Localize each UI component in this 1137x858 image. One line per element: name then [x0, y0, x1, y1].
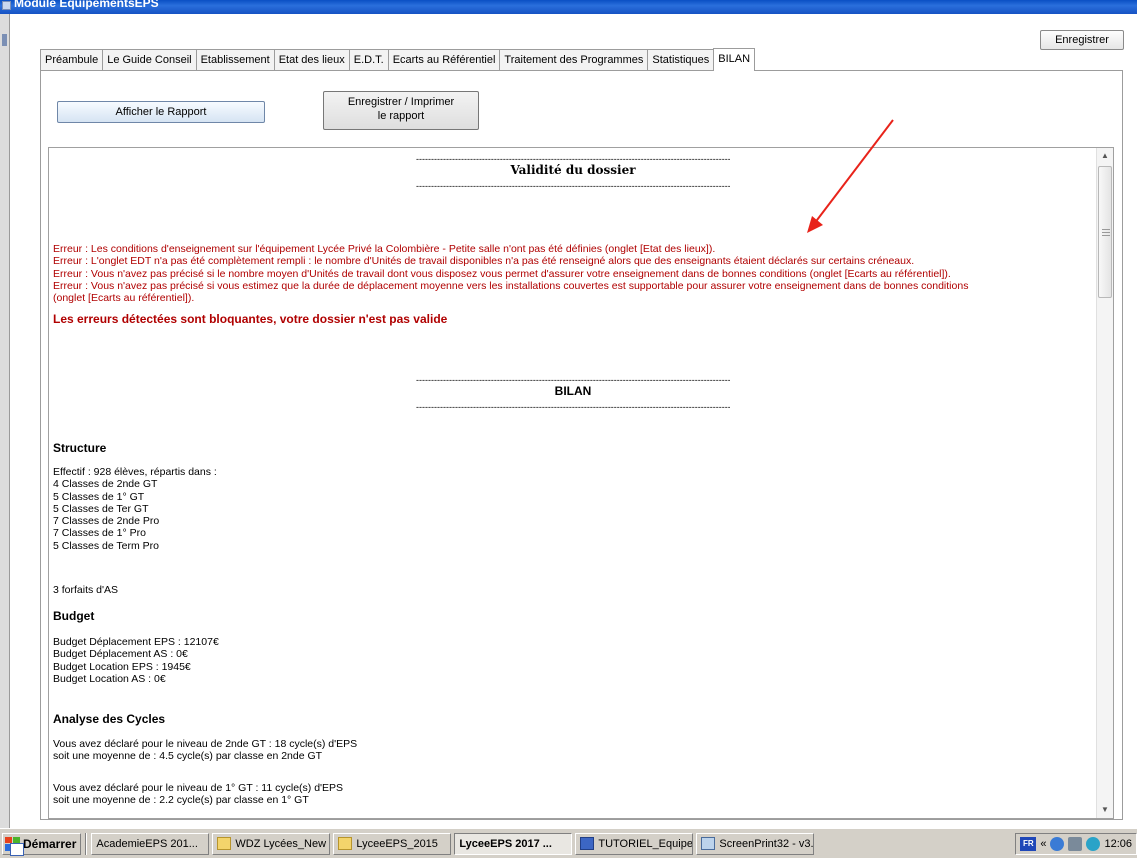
- budget-line: Budget Déplacement AS : 0€: [53, 648, 188, 661]
- tab-edt[interactable]: E.D.T.: [348, 49, 389, 70]
- separator-line: ----------------------------------------…: [416, 402, 730, 412]
- tab-etat-des-lieux[interactable]: Etat des lieux: [273, 49, 350, 70]
- left-edge-bar: [0, 14, 10, 828]
- separator-line: ----------------------------------------…: [416, 181, 730, 191]
- bilan-panel: Afficher le Rapport Enregistrer / Imprim…: [40, 70, 1123, 820]
- taskbar-separator: [85, 832, 88, 855]
- tab-etablissement[interactable]: Etablissement: [195, 49, 275, 70]
- error-list: Erreur : Les conditions d'enseignement s…: [53, 243, 1093, 304]
- scroll-thumb[interactable]: [1098, 166, 1112, 298]
- folder-icon: [338, 837, 353, 850]
- edge-handle-icon: [2, 34, 7, 46]
- bilan-title: BILAN: [554, 384, 592, 398]
- budget-title: Budget: [53, 609, 95, 623]
- tab-preambule[interactable]: Préambule: [40, 49, 104, 70]
- taskbar-item[interactable]: LyceeEPS_2015: [333, 832, 452, 855]
- tab-traitement-programmes[interactable]: Traitement des Programmes: [499, 49, 649, 70]
- show-report-button[interactable]: Afficher le Rapport: [57, 101, 265, 123]
- taskbar-item[interactable]: AcademieEPS 201...: [10, 832, 210, 856]
- tab-bar: Préambule Le Guide Conseil Etablissement…: [40, 48, 756, 71]
- error-line: Erreur : Les conditions d'enseignement s…: [53, 243, 716, 255]
- error-line: (onglet [Ecarts au référentiel]).: [53, 292, 195, 305]
- save-print-label-line1: Enregistrer / Imprimer: [347, 96, 455, 108]
- start-label: Démarrer: [23, 836, 77, 851]
- cycles-lines-2: Vous avez déclaré pour le niveau de 1° G…: [53, 782, 343, 807]
- structure-lines: Effectif : 928 élèves, répartis dans : 4…: [53, 466, 217, 552]
- word-document-icon: [580, 837, 595, 850]
- as-forfaits-line: 3 forfaits d'AS: [53, 584, 119, 596]
- scroll-down-icon[interactable]: ▼: [1097, 802, 1113, 818]
- report-content: ----------------------------------------…: [49, 148, 1098, 818]
- report-view[interactable]: ----------------------------------------…: [48, 147, 1114, 819]
- cycle-line: soit une moyenne de : 2.2 cycle(s) par c…: [53, 794, 309, 807]
- taskbar-item-label: TUTORIEL_Equipe...: [598, 837, 694, 850]
- budget-line: Budget Location EPS : 1945€: [53, 660, 191, 673]
- budget-line: Budget Déplacement EPS : 12107€: [53, 636, 219, 648]
- cycles-lines: Vous avez déclaré pour le niveau de 2nde…: [53, 738, 357, 763]
- screenprint-icon: [701, 837, 716, 850]
- taskbar-item[interactable]: WDZ Lycées_New: [212, 832, 331, 855]
- tab-bilan[interactable]: BILAN: [713, 48, 756, 71]
- structure-line: 5 Classes de Term Pro: [53, 539, 160, 552]
- budget-lines: Budget Déplacement EPS : 12107€ Budget D…: [53, 636, 219, 685]
- network-icon[interactable]: [1050, 836, 1065, 851]
- tab-statistiques[interactable]: Statistiques: [647, 49, 715, 70]
- window-title-bar: Module EquipementsEPS: [0, 0, 1137, 14]
- structure-line: Effectif : 928 élèves, répartis dans :: [53, 466, 217, 478]
- taskbar-item-label: ScreenPrint32 - v3.5: [719, 837, 815, 850]
- cycles-title: Analyse des Cycles: [53, 712, 166, 726]
- structure-line: 5 Classes de Ter GT: [53, 502, 149, 515]
- clock: 12:06: [1104, 837, 1132, 850]
- structure-line: 7 Classes de 2nde Pro: [53, 515, 160, 528]
- validity-title: Validité du dossier: [510, 163, 636, 177]
- cycle-line: soit une moyenne de : 4.5 cycle(s) par c…: [53, 750, 323, 763]
- folder-icon: [217, 837, 232, 850]
- taskbar-item-active[interactable]: LyceeEPS 2017 ...: [10, 832, 573, 856]
- taskbar-item-label: LyceeEPS 2017 ...: [459, 837, 552, 850]
- report-scrollbar[interactable]: ▲ ▼: [1096, 148, 1113, 818]
- app-area: Enregistrer Préambule Le Guide Conseil E…: [10, 14, 1137, 828]
- taskbar-item-label: WDZ Lycées_New: [235, 837, 327, 850]
- taskbar-item[interactable]: ScreenPrint32 - v3.5: [696, 832, 815, 855]
- tray-expand-icon[interactable]: «: [1040, 838, 1046, 850]
- budget-line: Budget Location AS : 0€: [53, 672, 166, 685]
- taskbar: Démarrer AcademieEPS 201... WDZ Lycées_N…: [0, 828, 1137, 858]
- save-print-label-line2: le rapport: [377, 110, 425, 122]
- system-tray: FR « 12:06: [1015, 832, 1137, 855]
- monitor-icon[interactable]: [1068, 836, 1083, 851]
- window-title: Module EquipementsEPS: [14, 0, 159, 10]
- structure-line: 7 Classes de 1° Pro: [53, 527, 146, 540]
- error-line: Erreur : Vous n'avez pas précisé si le n…: [53, 267, 951, 280]
- window-icon: [2, 1, 11, 10]
- taskbar-item-label: AcademieEPS 201...: [96, 837, 198, 850]
- taskbar-item-label: LyceeEPS_2015: [356, 837, 438, 850]
- tab-guide-conseil[interactable]: Le Guide Conseil: [102, 49, 197, 70]
- language-indicator[interactable]: FR: [1020, 836, 1037, 851]
- error-line: Erreur : L'onglet EDT n'a pas été complè…: [53, 255, 915, 268]
- structure-line: 5 Classes de 1° GT: [53, 490, 145, 503]
- tray-app-icon[interactable]: [1086, 836, 1101, 851]
- scroll-up-icon[interactable]: ▲: [1097, 148, 1113, 164]
- taskbar-item[interactable]: TUTORIEL_Equipe...: [575, 832, 694, 855]
- save-print-report-button[interactable]: Enregistrer / Imprimer le rapport: [323, 91, 479, 130]
- cycle-line: Vous avez déclaré pour le niveau de 2nde…: [53, 738, 358, 750]
- grip-icon: [1102, 229, 1110, 236]
- structure-line: 4 Classes de 2nde GT: [53, 478, 158, 491]
- blocking-message: Les erreurs détectées sont bloquantes, v…: [53, 312, 448, 326]
- error-line: Erreur : Vous n'avez pas précisé si vous…: [53, 279, 969, 292]
- structure-title: Structure: [53, 441, 107, 455]
- tab-ecarts-referentiel[interactable]: Ecarts au Référentiel: [387, 49, 501, 70]
- save-button[interactable]: Enregistrer: [1040, 30, 1124, 50]
- cycle-line: Vous avez déclaré pour le niveau de 1° G…: [53, 782, 344, 794]
